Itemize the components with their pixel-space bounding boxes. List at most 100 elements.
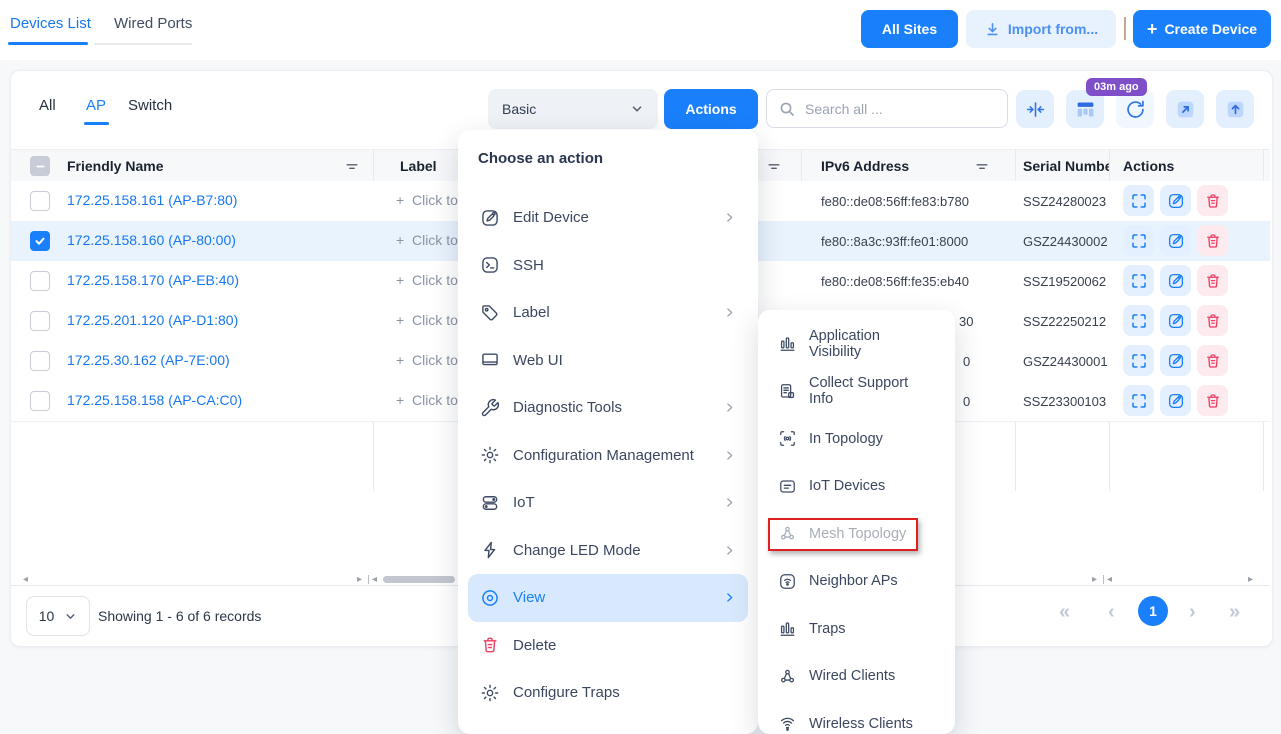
search-input[interactable] (803, 100, 987, 118)
label-placeholder: Click to (412, 352, 458, 368)
scroll-left-arrow[interactable]: ◂ (23, 575, 28, 585)
export-button[interactable] (1216, 90, 1254, 128)
device-name-link[interactable]: 172.25.158.161 (AP-B7:80) (67, 192, 237, 208)
label-cell[interactable]: + Click to (396, 352, 458, 368)
edit-device-button[interactable] (1160, 385, 1191, 416)
expand-device-button[interactable] (1123, 345, 1154, 376)
open-external-button[interactable] (1166, 90, 1204, 128)
create-device-button[interactable]: + Create Device (1133, 10, 1271, 48)
scroll-right-arrow[interactable]: ▸ (1092, 575, 1097, 585)
submenu-item-wired-clients[interactable]: Wired Clients (768, 653, 945, 701)
edit-device-button[interactable] (1160, 265, 1191, 296)
menu-item-configuration-management[interactable]: Configuration Management (468, 432, 748, 480)
submenu-item-in-topology[interactable]: In Topology (768, 415, 945, 463)
import-from-button[interactable]: Import from... (966, 10, 1116, 48)
expand-device-button[interactable] (1123, 225, 1154, 256)
submenu-item-application-visibility[interactable]: Application Visibility (768, 320, 945, 368)
menu-item-diagnostic-tools[interactable]: Diagnostic Tools (468, 384, 748, 432)
submenu-item-iot-devices[interactable]: IoT Devices (768, 463, 945, 511)
row-checkbox[interactable] (30, 271, 50, 291)
scroll-left-arrow[interactable]: ◂ (1107, 575, 1112, 585)
submenu-item-wireless-clients[interactable]: Wireless Clients (768, 700, 945, 734)
row-checkbox[interactable] (30, 391, 50, 411)
edit-device-button[interactable] (1160, 185, 1191, 216)
create-device-label: Create Device (1164, 21, 1257, 37)
gear-icon (480, 445, 500, 465)
device-name-link[interactable]: 172.25.30.162 (AP-7E:00) (67, 352, 230, 368)
delete-device-button[interactable] (1197, 345, 1228, 376)
tab-devices-list[interactable]: Devices List (10, 15, 91, 32)
current-page-button[interactable]: 1 (1138, 596, 1168, 626)
delete-device-button[interactable] (1197, 185, 1228, 216)
label-cell[interactable]: + Click to (396, 312, 458, 328)
ipv6-cell: fe80::de08:56ff:fe83:b780 (821, 194, 1013, 209)
filter-tab-all[interactable]: All (39, 97, 56, 114)
submenu-item-label: Wireless Clients (809, 716, 913, 732)
menu-item-edit-device[interactable]: Edit Device (468, 194, 748, 242)
menu-item-delete[interactable]: Delete (468, 622, 748, 670)
menu-item-iot[interactable]: IoT (468, 479, 748, 527)
previous-page-button[interactable]: ‹ (1108, 602, 1115, 622)
first-page-button[interactable]: « (1059, 602, 1070, 622)
collapse-columns-button[interactable] (1016, 90, 1054, 128)
serial-cell: SSZ24280023 (1023, 194, 1107, 209)
filter-icon-friendly-name[interactable] (345, 160, 359, 174)
filter-tab-ap[interactable]: AP (86, 97, 106, 114)
device-name-link[interactable]: 172.25.158.160 (AP-80:00) (67, 232, 236, 248)
menu-item-label[interactable]: Label (468, 289, 748, 337)
delete-device-button[interactable] (1197, 305, 1228, 336)
column-header-friendly-name[interactable]: Friendly Name (67, 158, 163, 174)
edit-device-button[interactable] (1160, 305, 1191, 336)
submenu-item-collect-support-info[interactable]: Collect Support Info (768, 368, 945, 416)
row-checkbox[interactable] (30, 311, 50, 331)
topology-icon (778, 429, 797, 448)
device-name-link[interactable]: 172.25.158.170 (AP-EB:40) (67, 272, 239, 288)
device-name-link[interactable]: 172.25.201.120 (AP-D1:80) (67, 312, 238, 328)
view-mode-select[interactable]: Basic (488, 89, 658, 129)
column-header-ipv6[interactable]: IPv6 Address (821, 158, 909, 174)
row-checkbox[interactable] (30, 191, 50, 211)
select-all-checkbox[interactable] (30, 156, 50, 176)
submenu-item-mesh-topology[interactable]: Mesh Topology (768, 510, 945, 558)
delete-device-button[interactable] (1197, 225, 1228, 256)
expand-device-button[interactable] (1123, 385, 1154, 416)
menu-item-label: SSH (513, 257, 544, 274)
actions-button[interactable]: Actions (664, 89, 758, 129)
delete-device-button[interactable] (1197, 385, 1228, 416)
edit-device-button[interactable] (1160, 225, 1191, 256)
expand-device-button[interactable] (1123, 265, 1154, 296)
label-cell[interactable]: + Click to (396, 272, 458, 288)
page-size-select[interactable]: 10 (26, 596, 90, 636)
edit-device-button[interactable] (1160, 345, 1191, 376)
all-sites-button[interactable]: All Sites (861, 10, 958, 48)
menu-item-web-ui[interactable]: Web UI (468, 337, 748, 385)
row-checkbox[interactable] (30, 231, 50, 251)
last-page-button[interactable]: » (1229, 602, 1240, 622)
scroll-left-arrow[interactable]: ◂ (372, 575, 377, 585)
bar-chart-icon (778, 619, 797, 638)
scrollbar-thumb[interactable] (383, 576, 455, 583)
submenu-item-neighbor-aps[interactable]: Neighbor APs (768, 558, 945, 606)
menu-item-ssh[interactable]: SSH (468, 242, 748, 290)
menu-item-change-led-mode[interactable]: Change LED Mode (468, 527, 748, 575)
label-cell[interactable]: + Click to (396, 192, 458, 208)
tab-wired-ports[interactable]: Wired Ports (114, 15, 192, 32)
expand-device-button[interactable] (1123, 185, 1154, 216)
filter-icon-ipv6[interactable] (975, 160, 989, 174)
filter-icon-hidden-column[interactable] (767, 160, 781, 174)
delete-device-button[interactable] (1197, 265, 1228, 296)
label-cell[interactable]: + Click to (396, 232, 458, 248)
next-page-button[interactable]: › (1189, 602, 1196, 622)
expand-device-button[interactable] (1123, 305, 1154, 336)
scroll-right-arrow[interactable]: ▸ (357, 575, 362, 585)
column-header-serial[interactable]: Serial Numbe (1023, 158, 1109, 174)
submenu-item-traps[interactable]: Traps (768, 605, 945, 653)
filter-tab-switch[interactable]: Switch (128, 97, 172, 114)
scroll-right-arrow[interactable]: ▸ (1248, 575, 1253, 585)
label-cell[interactable]: + Click to (396, 392, 458, 408)
column-header-label[interactable]: Label (400, 158, 437, 174)
menu-item-view[interactable]: View (468, 574, 748, 622)
menu-item-configure-traps[interactable]: Configure Traps (468, 669, 748, 717)
row-checkbox[interactable] (30, 351, 50, 371)
device-name-link[interactable]: 172.25.158.158 (AP-CA:C0) (67, 392, 242, 408)
